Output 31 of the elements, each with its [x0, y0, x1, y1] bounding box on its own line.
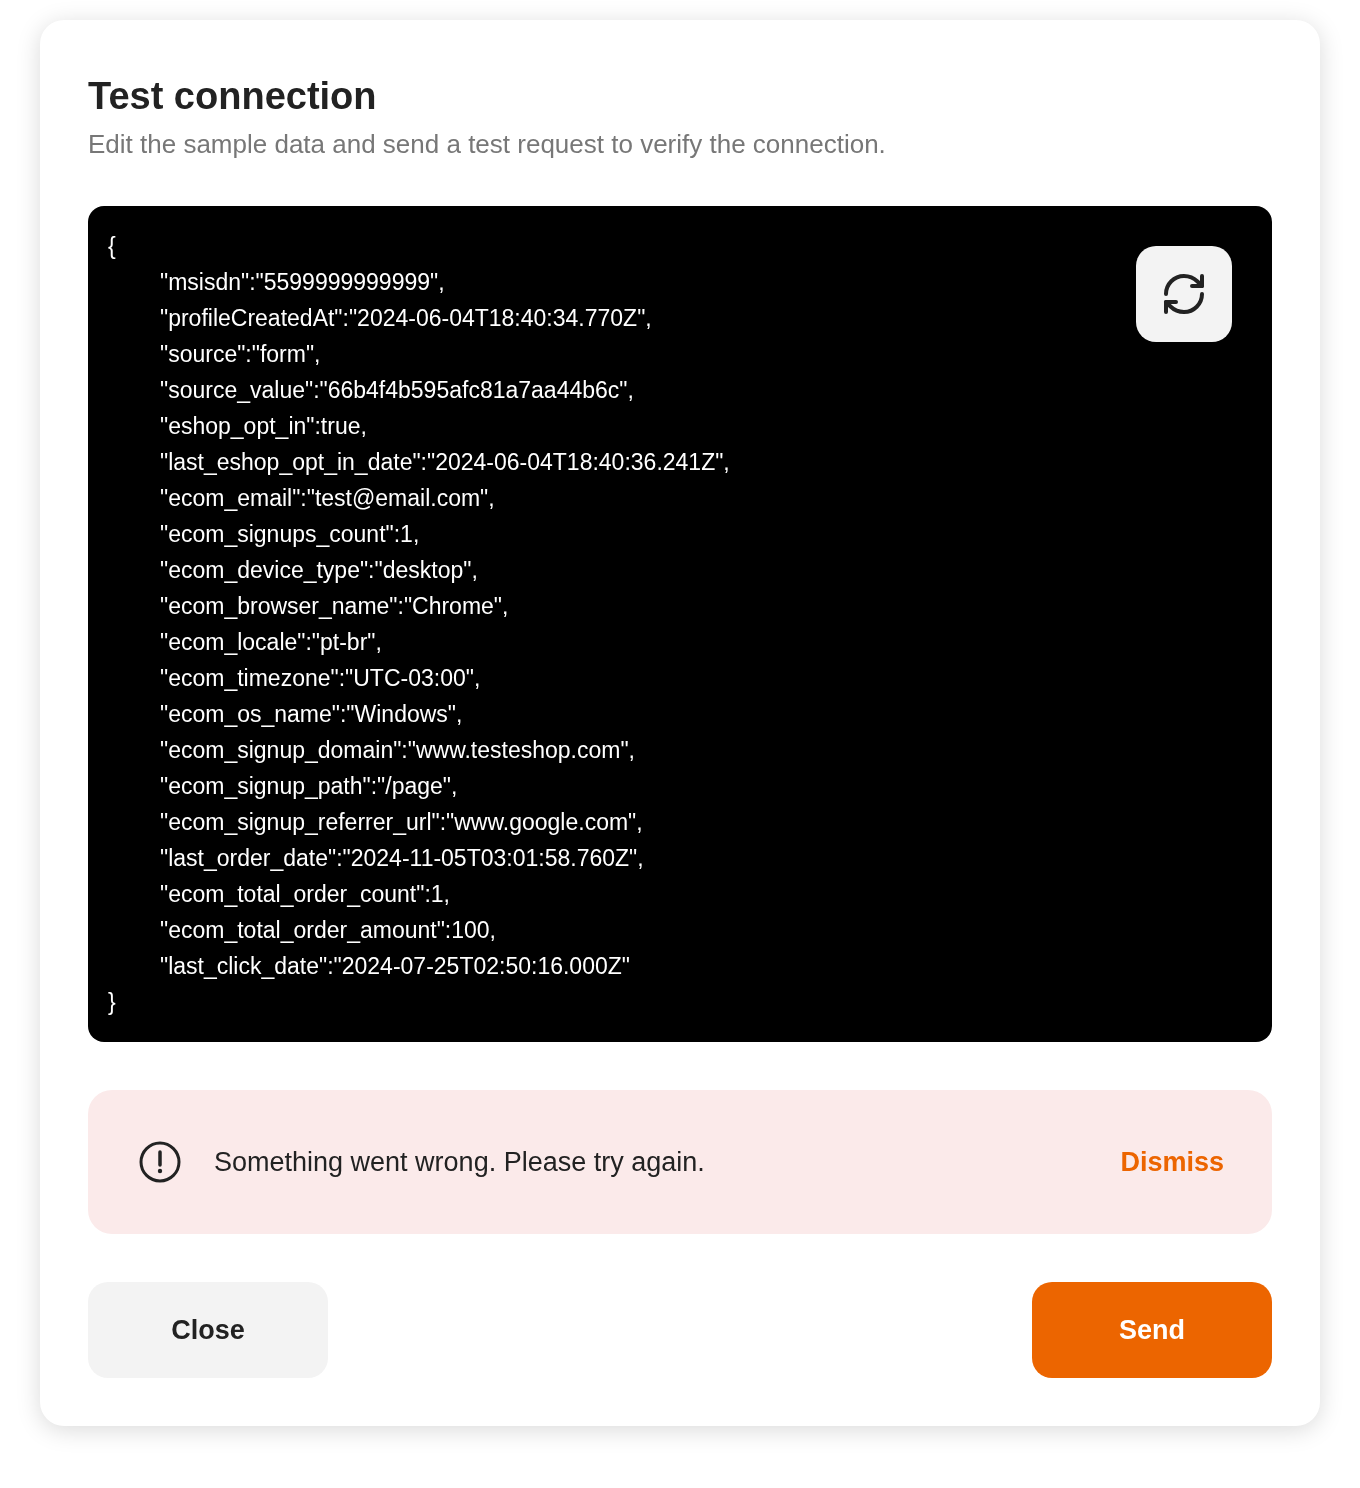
code-line: "source_value":"66b4f4b595afc81a7aa44b6c", — [160, 375, 634, 405]
dismiss-link[interactable]: Dismiss — [1120, 1141, 1224, 1183]
code-editor[interactable] — [88, 206, 1272, 1042]
code-line: } — [108, 987, 116, 1017]
code-line: "profileCreatedAt":"2024-06-04T18:40:34.770Z", — [160, 303, 652, 333]
code-line: "last_eshop_opt_in_date":"2024-06-04T18:40:36.241Z", — [160, 447, 730, 477]
code-line: "ecom_email":"test@email.com", — [160, 483, 495, 513]
code-line: "ecom_total_order_count":1, — [160, 879, 450, 909]
code-line: "ecom_device_type":"desktop", — [160, 555, 478, 585]
send-button[interactable]: Send — [1032, 1282, 1272, 1378]
refresh-button[interactable] — [1136, 246, 1232, 342]
code-line: "ecom_os_name":"Windows", — [160, 699, 463, 729]
code-line: "ecom_signups_count":1, — [160, 519, 420, 549]
code-line: "ecom_signup_referrer_url":"www.google.com", — [160, 807, 643, 837]
code-line: "last_order_date":"2024-11-05T03:01:58.760Z", — [160, 843, 644, 873]
dialog-title: Test connection — [88, 74, 377, 119]
code-line: "source":"form", — [160, 339, 321, 369]
code-line: "ecom_signup_path":"/page", — [160, 771, 458, 801]
alert-icon — [138, 1140, 182, 1184]
code-line: "ecom_locale":"pt-br", — [160, 627, 382, 657]
code-line: "last_click_date":"2024-07-25T02:50:16.000Z" — [160, 951, 630, 981]
code-line: "ecom_total_order_amount":100, — [160, 915, 496, 945]
code-line: "ecom_browser_name":"Chrome", — [160, 591, 509, 621]
error-message: Something went wrong. Please try again. — [214, 1145, 706, 1179]
dialog-subtitle: Edit the sample data and send a test request to verify the connection. — [88, 128, 886, 161]
code-line: "ecom_timezone":"UTC-03:00", — [160, 663, 481, 693]
code-line: "eshop_opt_in":true, — [160, 411, 367, 441]
code-line: "msisdn":"5599999999999", — [160, 267, 445, 297]
code-line: "ecom_signup_domain":"www.testeshop.com", — [160, 735, 635, 765]
code-line: { — [108, 231, 116, 261]
close-button[interactable]: Close — [88, 1282, 328, 1378]
